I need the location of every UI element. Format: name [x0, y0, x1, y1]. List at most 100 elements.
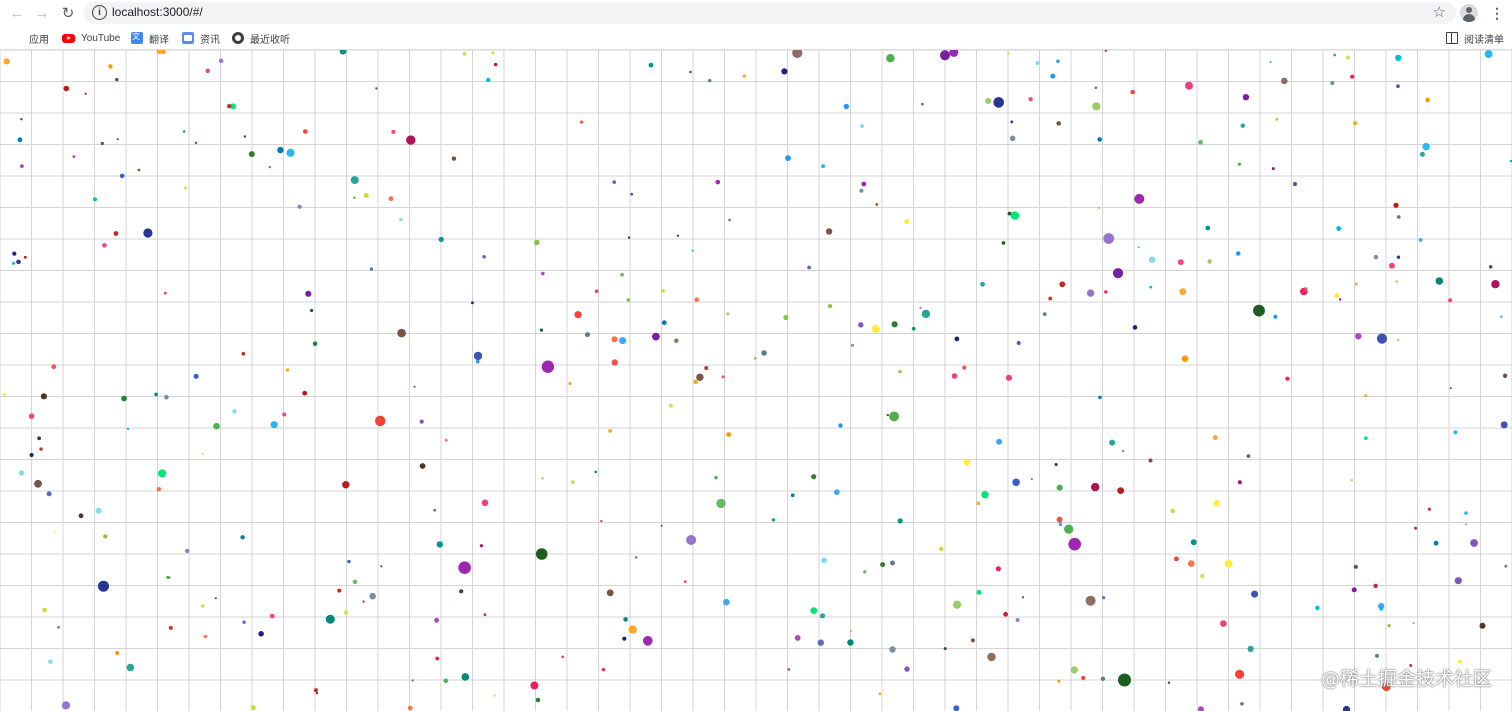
particle-dot: [1465, 523, 1468, 526]
bookmark-translate[interactable]: 翻译: [131, 30, 169, 46]
back-arrow-icon[interactable]: ←: [7, 3, 27, 23]
particle-dot: [269, 613, 275, 619]
reload-icon[interactable]: ↻: [58, 3, 78, 23]
particle-dot: [388, 196, 394, 202]
particle-dot: [1315, 605, 1320, 611]
particle-dot: [541, 477, 544, 480]
particle-dot: [1253, 304, 1265, 317]
particle-dot: [242, 620, 246, 624]
particle-dot: [1281, 77, 1288, 85]
particle-dot: [1237, 480, 1242, 485]
bookmark-apps[interactable]: 应用: [11, 30, 49, 46]
particle-dot: [570, 480, 575, 485]
particle-dot: [600, 519, 603, 523]
particle-dot: [943, 647, 947, 651]
apps-grid-icon: [11, 32, 23, 44]
particle-dot: [1412, 622, 1415, 625]
particle-dot: [904, 218, 910, 225]
particle-dot: [436, 541, 443, 548]
particle-dot: [630, 192, 634, 196]
particle-dot: [2, 392, 6, 396]
particle-dot: [1112, 268, 1124, 279]
particle-dot: [342, 481, 350, 489]
particle-dot: [126, 663, 135, 672]
particle-dot: [20, 118, 23, 121]
particle-dot: [12, 251, 17, 256]
particle-dot: [1100, 676, 1106, 681]
particle-dot: [1375, 653, 1379, 658]
particle-dot: [1334, 293, 1340, 299]
particle-dot: [541, 271, 545, 276]
particle-dot: [3, 58, 10, 65]
particle-dot: [1342, 705, 1351, 711]
particle-dot: [1427, 507, 1431, 511]
particle-dot: [753, 357, 757, 360]
particle-dot: [1247, 645, 1254, 653]
particle-dot: [611, 359, 618, 366]
profile-avatar-icon[interactable]: [1460, 4, 1478, 22]
url-text[interactable]: localhost:3000/#/: [112, 5, 203, 19]
particle-dot: [1179, 288, 1187, 296]
particle-dot: [1009, 135, 1016, 142]
particle-dot: [28, 413, 35, 420]
particle-dot: [100, 141, 104, 146]
particle-dot: [1418, 238, 1423, 242]
bookmark-news[interactable]: 资讯: [182, 30, 220, 46]
particle-dot: [1224, 559, 1233, 568]
particle-dot: [919, 306, 922, 309]
particle-canvas[interactable]: [0, 50, 1512, 711]
bookmark-recent-listen[interactable]: 最近收听: [232, 30, 290, 46]
bookmark-youtube[interactable]: YouTube: [62, 30, 120, 46]
particle-dot: [1177, 259, 1184, 266]
particle-dot: [1425, 97, 1430, 103]
particle-dot: [63, 85, 70, 92]
particle-dot: [980, 281, 985, 287]
particle-dot: [1237, 162, 1241, 166]
youtube-icon: [62, 33, 75, 43]
particle-dot: [1275, 117, 1279, 121]
particle-dot: [119, 173, 125, 179]
particle-dot: [628, 625, 637, 634]
particle-dot: [363, 192, 369, 198]
particle-dot: [57, 625, 61, 629]
particle-dot: [458, 561, 471, 574]
particle-dot: [661, 320, 667, 326]
particle-dot: [297, 204, 302, 209]
particle-dot: [668, 403, 674, 408]
particle-dot: [1353, 564, 1358, 569]
particle-dot: [103, 534, 108, 539]
bookmark-star-icon[interactable]: ☆: [1433, 3, 1446, 21]
particle-dot: [1181, 355, 1189, 363]
forward-arrow-icon[interactable]: →: [32, 3, 52, 23]
site-info-icon[interactable]: i: [92, 5, 107, 20]
particle-dot: [858, 322, 864, 328]
particle-dot: [594, 289, 599, 293]
particle-dot: [898, 369, 902, 374]
particle-dot: [102, 243, 107, 248]
particle-dot: [282, 412, 287, 417]
particle-dot: [716, 498, 726, 509]
particle-dot: [1102, 596, 1106, 600]
particle-dot: [1016, 341, 1021, 345]
particle-dot: [40, 393, 48, 400]
particle-dot: [419, 419, 424, 424]
reading-list-button[interactable]: 阅读清单: [1446, 30, 1504, 46]
particle-dot: [1251, 590, 1259, 598]
particle-dot: [339, 50, 347, 55]
particle-dot: [1207, 259, 1212, 264]
particle-dot: [375, 87, 378, 90]
particle-dot: [1054, 463, 1058, 466]
particle-dot: [889, 646, 896, 653]
particle-dot: [953, 600, 962, 609]
particle-dot: [783, 314, 789, 321]
more-menu-icon[interactable]: ⋮: [1490, 4, 1504, 22]
address-bar[interactable]: i localhost:3000/#/ ☆: [84, 2, 1456, 24]
particle-dot: [1118, 673, 1131, 687]
particle-dot: [1098, 206, 1100, 209]
particle-dot: [444, 438, 448, 442]
particle-dot: [201, 604, 205, 608]
particle-dot: [1336, 226, 1342, 231]
particle-dot: [23, 255, 27, 259]
particle-dot: [184, 186, 187, 190]
particle-dot: [1185, 81, 1193, 90]
